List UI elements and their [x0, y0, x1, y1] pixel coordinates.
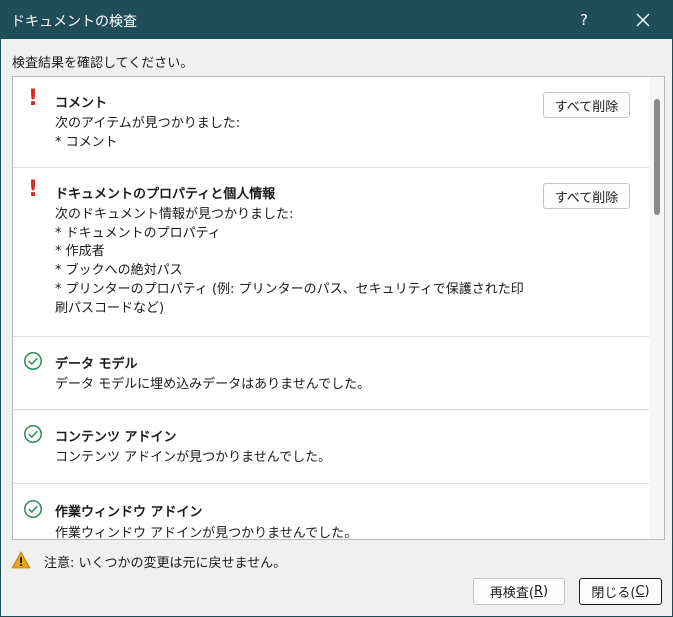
check-circle-icon	[24, 352, 42, 370]
section-details: 次のアイテムが見つかりました: * コメント	[55, 115, 525, 152]
instruction-text: 検査結果を確認してください。	[12, 56, 194, 71]
close-button[interactable]: 閉じる(C)	[579, 578, 662, 605]
detail-line: * 作成者	[55, 244, 105, 260]
section-title: 作業ウィンドウ アドイン	[55, 505, 203, 520]
section-document-properties: ! ドキュメントのプロパティと個人情報 次のドキュメント情報が見つかりました: …	[13, 167, 649, 337]
close-window-button[interactable]	[623, 6, 663, 34]
remove-all-comments-button[interactable]: すべて削除	[543, 92, 630, 118]
help-button[interactable]: ?	[566, 6, 602, 34]
scrollbar-thumb[interactable]	[654, 99, 660, 215]
section-content-addins: コンテンツ アドイン コンテンツ アドインが見つかりませんでした。	[13, 409, 649, 484]
reinspect-label: 再検査(	[489, 586, 534, 601]
window-title: ドキュメントの検査	[11, 14, 137, 30]
section-details: 作業ウィンドウ アドインが見つかりませんでした。	[55, 525, 525, 540]
irreversible-changes-note: 注意: いくつかの変更は元に戻せません。	[44, 556, 287, 571]
section-details: 次のドキュメント情報が見つかりました: * ドキュメントのプロパティ * 作成者…	[55, 206, 525, 318]
detail-line: コンテンツ アドインが見つかりませんでした。	[55, 450, 332, 465]
section-details: データ モデルに埋め込みデータはありませんでした。	[55, 376, 525, 395]
section-taskpane-addins: 作業ウィンドウ アドイン 作業ウィンドウ アドインが見つかりませんでした。	[13, 483, 649, 540]
warning-icon: !	[27, 86, 39, 111]
reinspect-label-end: )	[543, 584, 549, 599]
reinspect-accesskey: R	[533, 584, 544, 599]
check-circle-icon	[24, 500, 42, 518]
section-title: コメント	[55, 96, 108, 111]
detail-line: * コメント	[55, 134, 118, 150]
detail-line: 作業ウィンドウ アドインが見つかりませんでした。	[55, 526, 358, 540]
warning-icon: !	[27, 177, 39, 202]
close-label-end: )	[644, 584, 650, 599]
close-icon	[636, 13, 650, 27]
section-title: ドキュメントのプロパティと個人情報	[55, 187, 276, 202]
close-accesskey: C	[635, 584, 645, 599]
detail-line: * ブックへの絶対パス	[55, 263, 183, 279]
document-inspector-dialog: ドキュメントの検査 ? 検査結果を確認してください。 ! コメント 次のアイテム…	[0, 0, 673, 617]
section-title: コンテンツ アドイン	[55, 430, 177, 445]
section-details: コンテンツ アドインが見つかりませんでした。	[55, 449, 525, 468]
section-title: データ モデル	[55, 357, 138, 372]
inspection-results-list[interactable]: ! コメント 次のアイテムが見つかりました: * コメント すべて削除 ! ドキ…	[12, 76, 665, 540]
reinspect-button[interactable]: 再検査(R)	[473, 578, 565, 605]
section-comments: ! コメント 次のアイテムが見つかりました: * コメント すべて削除	[13, 77, 649, 168]
detail-line: 次のドキュメント情報が見つかりました:	[55, 207, 294, 222]
check-circle-icon	[24, 425, 42, 443]
caution-triangle-icon	[11, 551, 31, 569]
detail-line: データ モデルに埋め込みデータはありませんでした。	[55, 377, 371, 392]
close-label: 閉じる(	[591, 586, 636, 601]
vertical-scrollbar[interactable]	[650, 77, 664, 539]
remove-all-properties-button[interactable]: すべて削除	[543, 183, 630, 209]
detail-line: 次のアイテムが見つかりました:	[55, 116, 241, 131]
detail-line: * プリンターのプロパティ (例: プリンターのパス、セキュリティで保護された印…	[55, 281, 524, 316]
section-data-model: データ モデル データ モデルに埋め込みデータはありませんでした。	[13, 336, 649, 410]
detail-line: * ドキュメントのプロパティ	[55, 225, 221, 241]
title-bar: ドキュメントの検査 ?	[1, 1, 672, 39]
